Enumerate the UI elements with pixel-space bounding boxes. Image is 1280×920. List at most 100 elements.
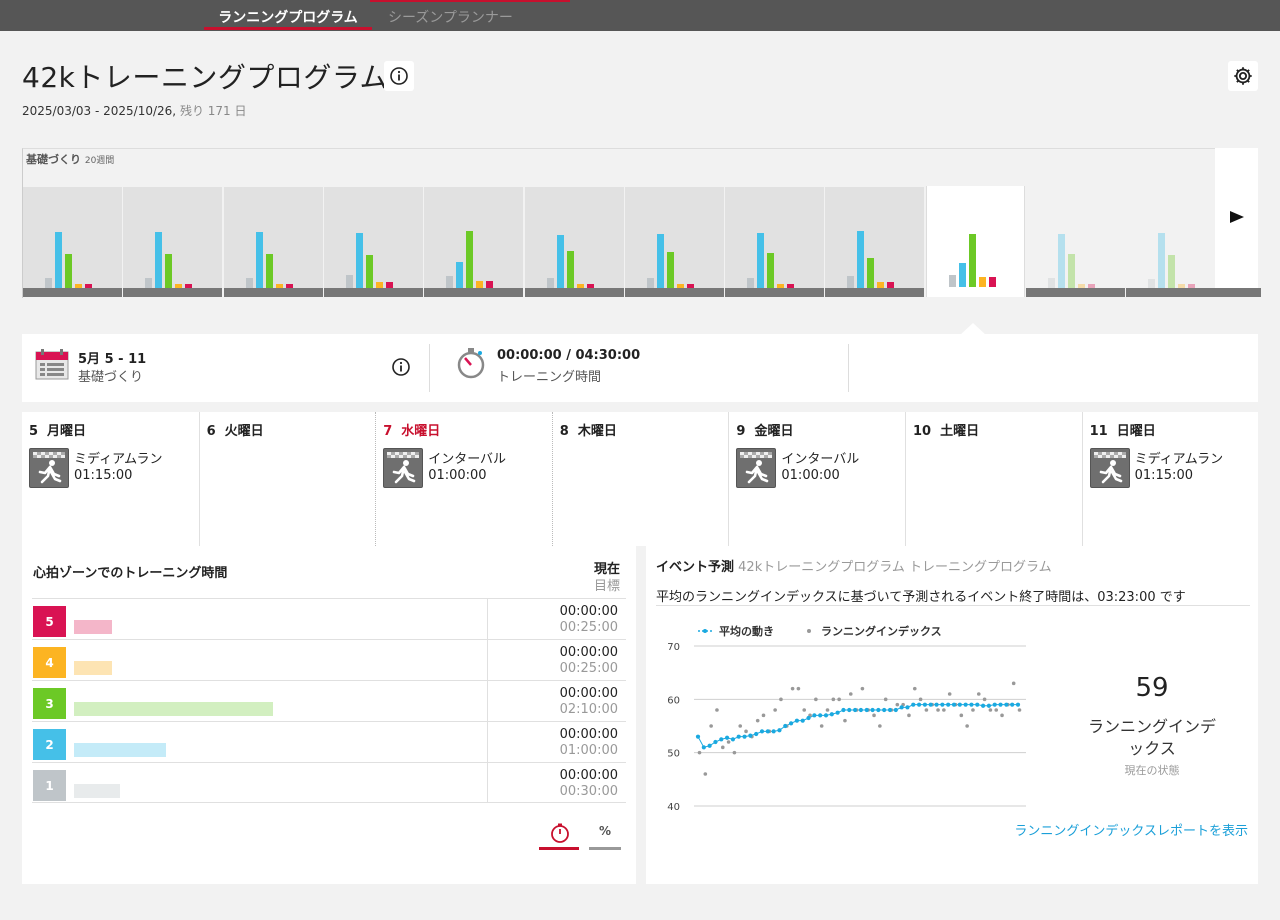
next-weeks-button[interactable] [1215, 148, 1258, 288]
week-zone-bar [847, 276, 855, 288]
running-index-point [726, 740, 731, 744]
average-point [893, 707, 898, 713]
week-column[interactable] [323, 187, 423, 288]
day-name: 木曜日 [577, 424, 617, 439]
zone-target-bar [74, 702, 273, 716]
day-header: 11 日曜日 [1090, 420, 1156, 439]
average-point [1015, 702, 1021, 707]
workout-name: インターバル [428, 452, 507, 467]
week-zone-bar [948, 275, 956, 287]
day-column[interactable]: 11 日曜日 ミディアムラン 01:15:00 [1081, 412, 1258, 546]
week-column[interactable] [424, 187, 524, 288]
week-range: 5月 5 - 11 [78, 352, 147, 367]
day-name: 月曜日 [47, 424, 87, 439]
tab-season-planner[interactable]: シーズンプランナー [388, 7, 513, 27]
program-info-button[interactable] [384, 61, 414, 91]
average-point [724, 735, 730, 740]
average-point [980, 703, 986, 708]
zone-row: 3 00:00:00 02:10:00 [32, 680, 626, 721]
settings-button[interactable] [1228, 61, 1258, 91]
week-column[interactable] [123, 187, 223, 288]
week-zone-bar [345, 275, 353, 288]
day-number: 11 [1089, 424, 1108, 439]
average-point [986, 703, 992, 708]
average-point [701, 745, 706, 750]
week-column[interactable] [925, 186, 1025, 297]
day-column[interactable]: 6 火曜日 [198, 412, 375, 546]
day-header: 8 木曜日 [560, 420, 617, 439]
week-zone-bar [1048, 278, 1055, 288]
running-index-point [988, 708, 993, 712]
week-column[interactable] [725, 187, 825, 288]
week-zone-bar [1068, 254, 1075, 288]
running-man-icon [736, 448, 777, 488]
running-index-chart: 40 50 60 70 平均の動き ランニングインデックス [667, 624, 1026, 813]
average-point [876, 707, 881, 713]
day-name: 日曜日 [1116, 424, 1156, 439]
average-point [806, 715, 811, 721]
percent-toggle[interactable]: % [589, 820, 621, 850]
tab-running-program[interactable]: ランニングプログラム [204, 7, 372, 27]
week-column[interactable] [1026, 187, 1125, 288]
percent-label: % [598, 824, 612, 838]
average-point [858, 707, 864, 713]
legend-dot-swatch [703, 629, 707, 633]
time-toggle[interactable] [539, 820, 579, 850]
average-point [771, 729, 776, 734]
running-index-point [878, 724, 882, 728]
running-index-point [912, 686, 917, 691]
running-index-point [703, 772, 708, 776]
running-index-point [895, 702, 900, 707]
info-divider [429, 344, 430, 392]
toggle-inactive-bar [589, 847, 621, 850]
running-index-point [715, 708, 719, 712]
day-header: 9 金曜日 [736, 420, 793, 439]
average-point [934, 702, 939, 707]
average-point [1010, 702, 1015, 707]
average-point [957, 702, 962, 707]
running-index-point [1000, 713, 1004, 718]
workout-name: ミディアムラン [74, 452, 163, 467]
running-index-point [796, 686, 801, 691]
day-column[interactable]: 9 金曜日 インターバル 01:00:00 [728, 412, 904, 546]
average-point [841, 707, 846, 713]
day-column[interactable]: 8 木曜日 [551, 412, 728, 546]
week-zone-bar [55, 232, 62, 288]
average-point [1004, 702, 1009, 707]
week-baseline [825, 288, 925, 297]
running-index-point [732, 750, 737, 755]
week-column[interactable] [23, 187, 122, 288]
week-column[interactable] [223, 187, 323, 288]
running-index-point [819, 724, 824, 728]
average-point [975, 702, 980, 707]
running-index-report-link[interactable]: ランニングインデックスレポートを表示 [1014, 820, 1248, 839]
week-zone-bar [968, 234, 976, 287]
week-column[interactable] [524, 187, 624, 288]
average-point [911, 702, 916, 707]
date-range-text: 2025/03/03 - 2025/10/26, [22, 104, 177, 118]
day-column[interactable]: 7 水曜日 インターバル 01:00:00 [375, 412, 551, 546]
y-tick-label: 70 [667, 642, 680, 653]
week-column[interactable] [825, 187, 925, 288]
running-index-point [1017, 708, 1022, 712]
zone-current-time: 00:00:00 [559, 686, 618, 701]
tab-active-indicator [204, 27, 372, 30]
week-baseline [424, 288, 524, 297]
zone-row: 5 00:00:00 00:25:00 [32, 598, 626, 639]
average-point [695, 734, 701, 739]
week-column[interactable] [1126, 187, 1225, 288]
day-name: 土曜日 [940, 424, 980, 439]
week-column[interactable] [624, 187, 724, 288]
week-zone-bar [958, 263, 966, 287]
day-column[interactable]: 5 月曜日 ミディアムラン 01:15:00 [22, 412, 198, 546]
day-column[interactable]: 10 土曜日 [905, 412, 1081, 546]
running-index-point [755, 718, 760, 723]
running-index-point [883, 697, 888, 702]
zone-target-time: 00:25:00 [559, 620, 618, 635]
workout-duration: 01:00:00 [781, 468, 840, 483]
day-number: 5 [29, 424, 39, 439]
week-zone-bar [365, 255, 373, 288]
average-point [736, 734, 741, 739]
week-info-icon[interactable] [391, 357, 411, 377]
week-zone-bar [486, 281, 494, 288]
